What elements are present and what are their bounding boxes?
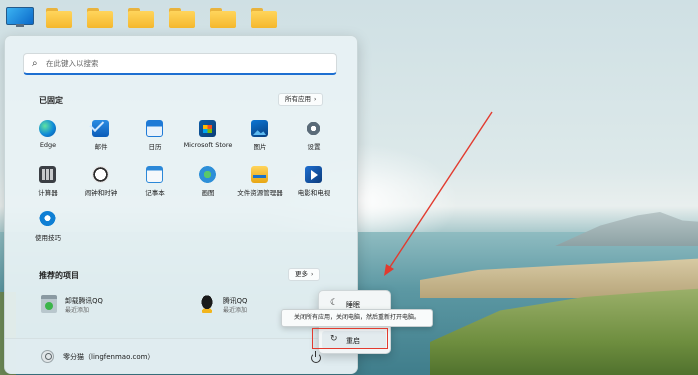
pinned-app-notepad[interactable]: 记事本 — [127, 166, 183, 208]
file-explorer-icon — [251, 166, 268, 183]
power-icon — [311, 353, 321, 363]
moon-icon: ☾ — [330, 298, 339, 308]
app-label: 设置 — [307, 143, 321, 151]
restart-tooltip: 关闭所有应用，关闭电脑，然后重新打开电脑。 — [281, 309, 433, 327]
all-apps-button[interactable]: 所有应用 › — [278, 93, 324, 106]
chevron-right-icon: › — [314, 96, 317, 103]
app-label: 闹钟和时钟 — [84, 189, 118, 197]
pinned-app-settings[interactable]: 设置 — [286, 120, 342, 162]
app-label: 图片 — [253, 143, 267, 151]
app-label: Microsoft Store — [183, 141, 233, 149]
app-label: 画图 — [201, 189, 215, 197]
pinned-app-mail[interactable]: 邮件 — [73, 120, 129, 162]
tips-icon — [39, 211, 56, 228]
recommended-item-subtitle: 最近添加 — [65, 307, 90, 314]
app-label: 计算器 — [38, 189, 58, 197]
folder-icon[interactable] — [87, 6, 115, 28]
recommended-item-name: 卸载腾讯QQ — [65, 297, 103, 305]
pinned-app-calendar[interactable]: 日历 — [127, 120, 183, 162]
app-label: Edge — [39, 141, 57, 149]
search-icon: ⌕ — [32, 58, 38, 69]
store-icon — [199, 120, 216, 137]
folder-icon[interactable] — [128, 6, 156, 28]
mail-icon — [92, 120, 109, 137]
app-label: 使用技巧 — [35, 234, 61, 242]
recommended-item-uninstall-qq[interactable]: 卸载腾讯QQ 最近添加 — [41, 293, 191, 317]
pinned-app-calculator[interactable]: 计算器 — [20, 166, 76, 208]
pinned-app-file-explorer[interactable]: 文件资源管理器 — [232, 166, 288, 208]
recommended-title: 推荐的项目 — [39, 271, 79, 280]
qq-icon — [199, 295, 215, 313]
pinned-app-edge[interactable]: Edge — [20, 120, 76, 162]
pinned-app-store[interactable]: Microsoft Store — [180, 120, 236, 162]
pinned-app-paint[interactable]: 画图 — [180, 166, 236, 208]
user-name[interactable]: 零分猫（lingfenmao.com） — [63, 352, 154, 362]
desktop-icons — [4, 2, 304, 32]
search-box[interactable]: ⌕ — [23, 53, 337, 75]
more-button[interactable]: 更多 › — [288, 268, 321, 281]
pinned-title: 已固定 — [39, 96, 63, 105]
paint-icon — [199, 166, 216, 183]
recommended-item-subtitle: 最近添加 — [223, 307, 248, 314]
all-apps-label: 所有应用 — [285, 95, 311, 103]
chevron-right-icon: › — [311, 271, 314, 278]
this-pc-icon[interactable] — [6, 6, 34, 28]
search-input[interactable] — [46, 56, 326, 71]
uninstall-icon — [41, 295, 57, 313]
more-label: 更多 — [295, 270, 308, 278]
folder-icon[interactable] — [210, 6, 238, 28]
app-label: 电影和电视 — [297, 189, 331, 197]
pinned-app-clock[interactable]: 闹钟和时钟 — [73, 166, 129, 208]
app-label: 邮件 — [94, 143, 108, 151]
app-label: 记事本 — [145, 189, 165, 197]
calculator-icon — [39, 166, 56, 183]
recommended-item-name: 腾讯QQ — [223, 297, 248, 305]
highlight-box — [312, 328, 388, 349]
notepad-icon — [146, 166, 163, 183]
calendar-icon — [146, 120, 163, 137]
user-bar: 零分猫（lingfenmao.com） — [5, 338, 357, 374]
folder-icon[interactable] — [251, 6, 279, 28]
settings-icon — [305, 120, 322, 137]
edge-icon — [39, 120, 56, 137]
pinned-app-tips[interactable]: 使用技巧 — [20, 211, 76, 253]
folder-icon[interactable] — [46, 6, 74, 28]
desktop: ⌕ 已固定 所有应用› Edge 邮件 日历 Microsoft Store 图… — [0, 0, 698, 375]
app-label: 文件资源管理器 — [237, 189, 283, 197]
pinned-app-photos[interactable]: 图片 — [232, 120, 288, 162]
folder-icon[interactable] — [169, 6, 197, 28]
photos-icon — [251, 120, 268, 137]
avatar[interactable] — [41, 350, 54, 363]
clock-icon — [92, 166, 109, 183]
app-label: 日历 — [148, 143, 162, 151]
pinned-app-movies-tv[interactable]: 电影和电视 — [286, 166, 342, 208]
movies-tv-icon — [305, 166, 322, 183]
